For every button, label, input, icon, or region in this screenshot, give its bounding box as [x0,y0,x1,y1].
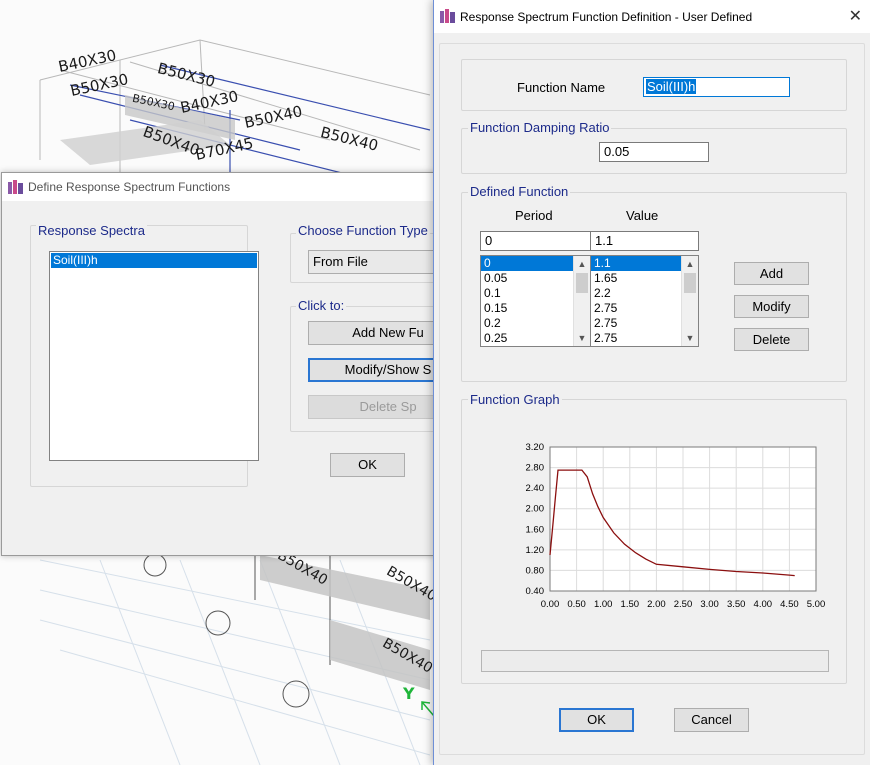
click-to-label: Click to: [296,298,347,313]
y-tick-label: 1.20 [526,545,545,556]
x-tick-label: 3.00 [700,599,719,610]
delete-spectrum-button[interactable]: Delete Sp [308,395,448,419]
period-list[interactable]: 0 0.05 0.1 0.15 0.2 0.25 ▲ ▼ [480,255,591,347]
function-name-value: Soil(III)h [646,79,697,94]
title-bar[interactable]: Define Response Spectrum Functions [2,173,440,201]
response-spectra-label: Response Spectra [36,223,147,238]
damping-ratio-field[interactable]: 0.05 [599,142,709,162]
x-tick-label: 1.00 [594,599,613,610]
modify-button[interactable]: Modify [734,295,809,318]
choose-function-type-label: Choose Function Type [296,223,430,238]
x-tick-label: 5.00 [807,599,826,610]
y-tick-label: 0.80 [526,565,545,576]
delete-button[interactable]: Delete [734,328,809,351]
modify-show-spectrum-button[interactable]: Modify/Show S [308,358,448,382]
app-icon [440,9,455,23]
y-tick-label: 2.40 [526,483,545,494]
y-tick-label: 1.60 [526,524,545,535]
damping-ratio-label: Function Damping Ratio [468,120,612,135]
function-type-select[interactable]: From File [308,250,448,274]
x-tick-label: 2.50 [674,599,693,610]
y-tick-label: 2.80 [526,463,545,474]
close-icon[interactable]: ✕ [849,6,862,26]
x-tick-label: 3.50 [727,599,746,610]
value-scrollbar[interactable]: ▲ ▼ [681,256,698,346]
period-input[interactable]: 0 [480,231,591,251]
list-item[interactable]: 1.1 [591,256,681,271]
ok-button[interactable]: OK [559,708,634,732]
function-graph: 0.00 0.50 1.00 1.50 2.00 2.50 3.00 3.50 4.00 4.50… [526,442,826,610]
define-response-spectrum-dialog: Define Response Spectrum Functions Respo… [1,172,450,556]
function-graph-label: Function Graph [468,392,562,407]
x-tick-label: 2.00 [647,599,666,610]
chevron-down-icon[interactable]: ▼ [574,331,590,345]
defined-function-label: Defined Function [468,184,571,199]
period-header: Period [515,208,553,223]
y-tick-label: 2.00 [526,504,545,515]
cancel-button[interactable]: Cancel [674,708,749,732]
add-button[interactable]: Add [734,262,809,285]
x-tick-label: 4.50 [780,599,799,610]
add-new-function-button[interactable]: Add New Fu [308,321,448,345]
value-input[interactable]: 1.1 [590,231,699,251]
scroll-thumb[interactable] [576,273,588,293]
value-header: Value [626,208,659,223]
scroll-thumb[interactable] [684,273,696,293]
y-tick-label: 0.40 [526,586,545,597]
graph-status-bar [481,650,829,672]
x-tick-label: 1.50 [621,599,640,610]
function-name-field[interactable]: Soil(III)h [643,77,790,97]
chevron-up-icon[interactable]: ▲ [574,257,590,271]
spectra-listbox[interactable]: Soil(III)h [49,251,259,461]
dialog-title: Response Spectrum Function Definition - … [460,10,753,24]
chevron-up-icon[interactable]: ▲ [682,257,698,271]
function-name-label: Function Name [517,80,606,95]
ok-button[interactable]: OK [330,453,405,477]
user-defined-function-dialog: Response Spectrum Function Definition - … [433,0,870,765]
spectra-item[interactable]: Soil(III)h [51,253,257,268]
x-tick-label: 4.00 [754,599,773,610]
chevron-down-icon[interactable]: ▼ [682,331,698,345]
y-tick-label: 3.20 [526,442,545,453]
x-tick-label: 0.00 [541,599,560,610]
dialog-title: Define Response Spectrum Functions [28,180,231,194]
period-scrollbar[interactable]: ▲ ▼ [573,256,590,346]
axis-label-y: Y [403,684,415,703]
list-item[interactable]: 0 [481,256,573,271]
x-tick-label: 0.50 [567,599,586,610]
value-list[interactable]: 1.1 1.65 2.2 2.75 2.75 2.75 ▲ ▼ [590,255,699,347]
app-icon [8,180,23,194]
title-bar[interactable]: Response Spectrum Function Definition - … [434,0,870,33]
